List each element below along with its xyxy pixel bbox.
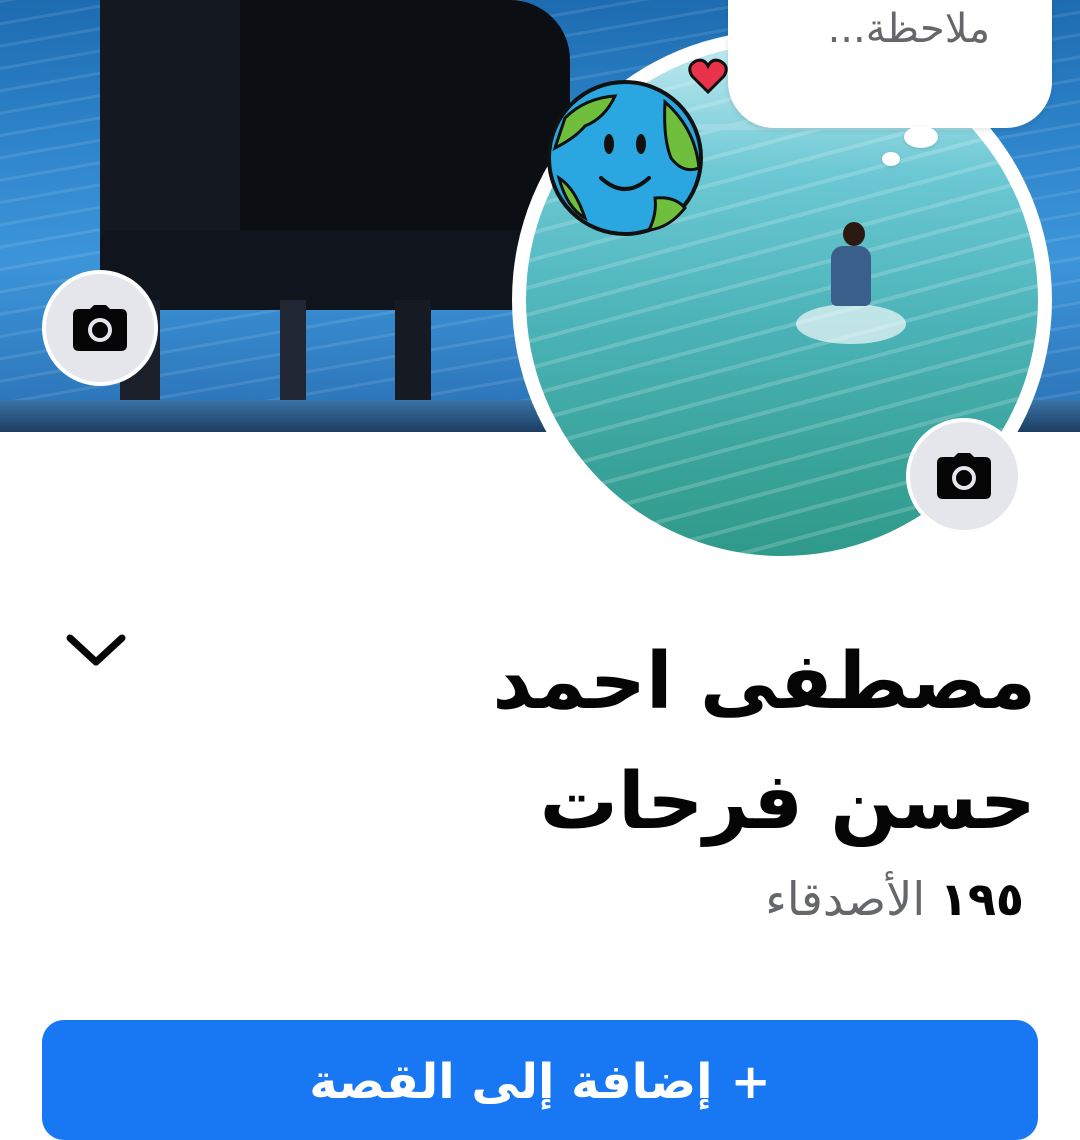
avatar-person [831, 246, 871, 306]
cover-chair-seat [100, 230, 530, 310]
note-bubble[interactable]: ملاحظة... [728, 0, 1052, 128]
heart-sticker-icon [688, 58, 728, 95]
note-placeholder: ملاحظة... [827, 6, 990, 52]
note-bubble-tail [904, 126, 938, 148]
friends-count[interactable]: ١٩٥ الأصدقاء [765, 872, 1024, 926]
avatar-splash [796, 304, 906, 344]
add-to-story-label: إضافة إلى القصة [309, 1054, 713, 1110]
edit-cover-photo-button[interactable] [42, 270, 158, 386]
chevron-down-icon[interactable] [64, 628, 128, 672]
globe-sticker-icon [547, 80, 703, 236]
edit-profile-picture-button[interactable] [906, 418, 1022, 534]
camera-icon [73, 305, 127, 351]
friends-count-label: الأصدقاء [765, 872, 926, 926]
note-bubble-tail [882, 152, 900, 166]
profile-name: مصطفى احمد حسن فرحات [492, 637, 1036, 847]
plus-icon: + [730, 1054, 771, 1110]
add-to-story-button[interactable]: + إضافة إلى القصة [42, 1020, 1038, 1140]
avatar-person-head [843, 222, 865, 246]
friends-count-value: ١٩٥ [939, 872, 1024, 926]
camera-icon [937, 453, 991, 499]
